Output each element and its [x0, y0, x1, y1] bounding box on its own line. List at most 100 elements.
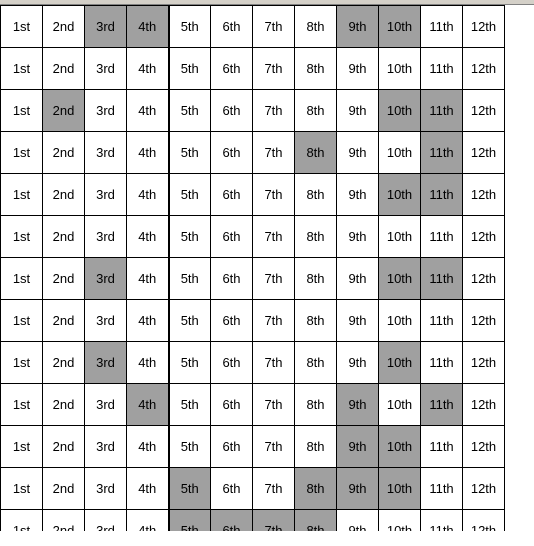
table-cell: 8th — [295, 174, 337, 216]
table-cell: 7th — [253, 384, 295, 426]
table-cell: 8th — [295, 342, 337, 384]
table-cell: 1st — [1, 216, 43, 258]
table-cell: 2nd — [43, 300, 85, 342]
table-cell: 5th — [169, 510, 211, 532]
table-cell: 5th — [169, 300, 211, 342]
table-cell: 5th — [169, 216, 211, 258]
table-cell: 5th — [169, 426, 211, 468]
table-cell: 9th — [337, 48, 379, 90]
table-cell: 6th — [211, 426, 253, 468]
table-cell: 11th — [421, 468, 463, 510]
table-cell: 11th — [421, 132, 463, 174]
table-cell: 10th — [379, 384, 421, 426]
table-cell: 8th — [295, 258, 337, 300]
table-cell: 8th — [295, 300, 337, 342]
grid-container[interactable]: 1st2nd3rd4th5th6th7th8th9th10th11th12th1… — [0, 5, 534, 531]
table-cell: 10th — [379, 6, 421, 48]
table-cell: 11th — [421, 384, 463, 426]
table-cell: 10th — [379, 258, 421, 300]
table-cell: 12th — [463, 132, 505, 174]
table-cell: 4th — [127, 216, 169, 258]
table-cell: 2nd — [43, 258, 85, 300]
table-cell: 5th — [169, 468, 211, 510]
table-cell: 8th — [295, 468, 337, 510]
table-cell: 4th — [127, 300, 169, 342]
table-cell: 6th — [211, 6, 253, 48]
table-cell: 1st — [1, 258, 43, 300]
table-cell: 1st — [1, 48, 43, 90]
table-cell: 2nd — [43, 90, 85, 132]
table-cell: 11th — [421, 174, 463, 216]
table-cell: 3rd — [85, 90, 127, 132]
table-cell: 3rd — [85, 216, 127, 258]
table-cell: 6th — [211, 90, 253, 132]
table-cell: 7th — [253, 174, 295, 216]
table-cell: 11th — [421, 6, 463, 48]
table-cell: 4th — [127, 48, 169, 90]
table-cell: 8th — [295, 6, 337, 48]
table-cell: 2nd — [43, 6, 85, 48]
table-cell: 12th — [463, 510, 505, 532]
table-cell: 7th — [253, 342, 295, 384]
table-cell: 11th — [421, 216, 463, 258]
table-cell: 4th — [127, 6, 169, 48]
table-cell: 11th — [421, 426, 463, 468]
table-cell: 4th — [127, 426, 169, 468]
table-cell: 7th — [253, 132, 295, 174]
table-cell: 10th — [379, 174, 421, 216]
table-cell: 3rd — [85, 258, 127, 300]
grid-table: 1st2nd3rd4th5th6th7th8th9th10th11th12th1… — [0, 5, 505, 531]
table-cell: 2nd — [43, 342, 85, 384]
table-cell: 5th — [169, 174, 211, 216]
table-cell: 6th — [211, 216, 253, 258]
table-cell: 1st — [1, 510, 43, 532]
table-cell: 9th — [337, 174, 379, 216]
table-cell: 6th — [211, 342, 253, 384]
table-cell: 9th — [337, 6, 379, 48]
table-cell: 10th — [379, 300, 421, 342]
table-cell: 10th — [379, 426, 421, 468]
table-cell: 9th — [337, 132, 379, 174]
table-cell: 5th — [169, 90, 211, 132]
table-cell: 12th — [463, 258, 505, 300]
table-cell: 11th — [421, 48, 463, 90]
table-cell: 7th — [253, 216, 295, 258]
table-cell: 10th — [379, 132, 421, 174]
table-cell: 6th — [211, 132, 253, 174]
table-cell: 3rd — [85, 510, 127, 532]
table-cell: 7th — [253, 300, 295, 342]
table-cell: 2nd — [43, 216, 85, 258]
table-cell: 5th — [169, 258, 211, 300]
table-cell: 7th — [253, 90, 295, 132]
table-cell: 3rd — [85, 132, 127, 174]
table-cell: 9th — [337, 510, 379, 532]
table-cell: 11th — [421, 90, 463, 132]
table-cell: 2nd — [43, 174, 85, 216]
table-cell: 2nd — [43, 48, 85, 90]
table-cell: 7th — [253, 6, 295, 48]
table-cell: 1st — [1, 6, 43, 48]
table-cell: 11th — [421, 510, 463, 532]
table-cell: 8th — [295, 132, 337, 174]
table-cell: 1st — [1, 300, 43, 342]
table-cell: 7th — [253, 510, 295, 532]
table-cell: 9th — [337, 426, 379, 468]
table-cell: 8th — [295, 510, 337, 532]
table-cell: 5th — [169, 48, 211, 90]
table-cell: 1st — [1, 132, 43, 174]
table-cell: 11th — [421, 258, 463, 300]
table-cell: 10th — [379, 48, 421, 90]
table-cell: 5th — [169, 384, 211, 426]
table-cell: 6th — [211, 258, 253, 300]
table-cell: 6th — [211, 48, 253, 90]
table-cell: 7th — [253, 258, 295, 300]
table-cell: 4th — [127, 510, 169, 532]
table-cell: 1st — [1, 342, 43, 384]
table-cell: 4th — [127, 258, 169, 300]
table-cell: 10th — [379, 468, 421, 510]
table-cell: 8th — [295, 426, 337, 468]
table-cell: 5th — [169, 132, 211, 174]
table-cell: 8th — [295, 216, 337, 258]
table-cell: 3rd — [85, 174, 127, 216]
table-cell: 2nd — [43, 132, 85, 174]
